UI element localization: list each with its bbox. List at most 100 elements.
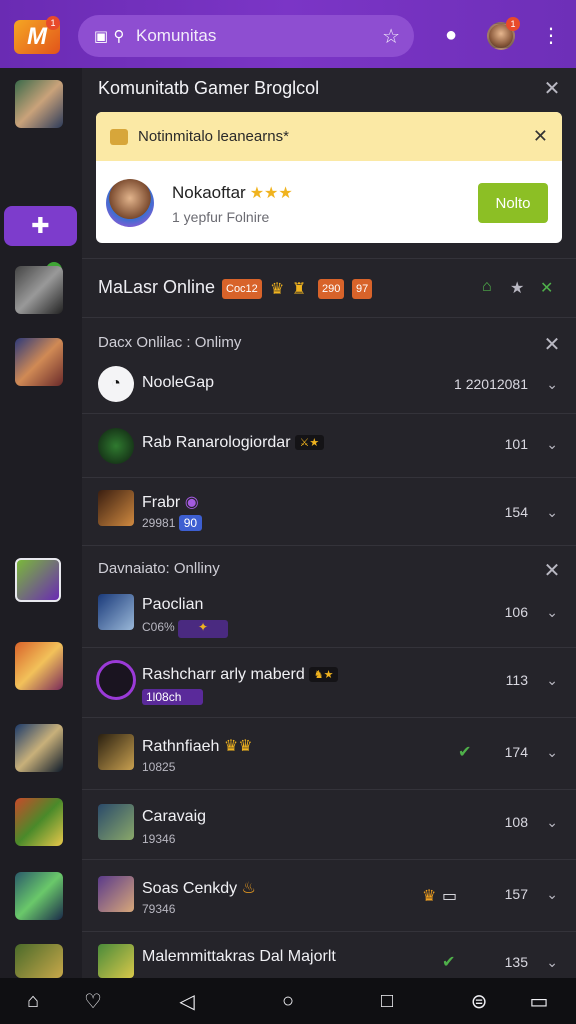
list-item-name: Frabr ◉ bbox=[142, 492, 199, 512]
list-item[interactable]: ◔ NooleGap 1 22012081 ⌄ bbox=[82, 354, 576, 414]
list-item-value: 113 bbox=[505, 672, 528, 688]
list-item-value: 135 bbox=[504, 954, 528, 970]
favorite-icon[interactable]: ★ bbox=[510, 278, 524, 298]
list-item-name: Rashcharr arly maberd ♞★ bbox=[142, 666, 339, 684]
list-item-value: 154 bbox=[504, 504, 528, 520]
heart-icon[interactable]: ♡ bbox=[80, 988, 106, 1014]
bottom-navigation: ⌂ ♡ ◁ ○ □ ⊜ ▭ bbox=[0, 978, 576, 1024]
online-tag-3: 97 bbox=[352, 279, 373, 299]
chevron-down-icon[interactable]: ⌄ bbox=[546, 604, 558, 621]
back-icon[interactable]: ◁ bbox=[174, 988, 200, 1014]
home-icon[interactable]: ⌂ bbox=[482, 278, 492, 296]
list-item-subtext: 79346 bbox=[142, 902, 176, 916]
level-badge: 90 bbox=[178, 515, 203, 531]
list-item[interactable]: Rashcharr arly maberd ♞★ 1l08ch 113 ⌄ bbox=[82, 648, 576, 718]
sidebar-game-5[interactable] bbox=[15, 642, 63, 690]
online-tag-1: Coc12 bbox=[222, 279, 262, 299]
more-menu-icon[interactable]: ⋮ bbox=[538, 22, 564, 48]
list-item-name: NooleGap bbox=[142, 374, 215, 391]
list-item-name-text: Rab Ranarologiordar bbox=[142, 434, 291, 451]
notification-action-button[interactable]: Nolto bbox=[478, 183, 548, 223]
star-icon[interactable]: ☆ bbox=[382, 24, 400, 49]
chevron-down-icon[interactable]: ⌄ bbox=[546, 814, 558, 831]
list-item[interactable]: Frabr ◉ 29981 90 154 ⌄ bbox=[82, 478, 576, 546]
sidebar-game-9[interactable] bbox=[15, 944, 63, 978]
gamepad-icon[interactable]: ⊜ bbox=[466, 988, 492, 1014]
badge-icon: ⚔★ bbox=[294, 435, 325, 451]
notification-header-text: Notinmitalo leanearns* bbox=[138, 128, 289, 145]
close-group-1-icon[interactable]: ✕ bbox=[542, 334, 562, 356]
card-view-icon[interactable]: ▭ bbox=[526, 988, 552, 1014]
logo-badge: 1 bbox=[46, 16, 60, 30]
card-icon: ▭ bbox=[442, 888, 458, 905]
sidebar-game-3[interactable] bbox=[15, 338, 63, 386]
list-item-sub-text: 1l08ch bbox=[142, 689, 204, 705]
sidebar-game-7[interactable] bbox=[15, 798, 63, 846]
notification-avatar bbox=[106, 179, 154, 227]
crown-icon: ♛ bbox=[270, 281, 285, 298]
list-item[interactable]: Paoclian C06% ✦ 106 ⌄ bbox=[82, 580, 576, 648]
list-item[interactable]: Soas Cenkdy ♨ 79346 ♛ ▭ 157 ⌄ bbox=[82, 860, 576, 932]
list-item-subtext: 29981 90 bbox=[142, 515, 203, 531]
list-item-value: 108 bbox=[504, 814, 528, 830]
list-item-avatar bbox=[98, 804, 134, 840]
recent-apps-icon[interactable]: □ bbox=[374, 988, 400, 1014]
list-item-sub-text: C06% bbox=[142, 620, 175, 634]
sidebar-game-4[interactable] bbox=[15, 558, 61, 602]
list-item-avatar bbox=[98, 876, 134, 912]
logo-text: M bbox=[27, 23, 47, 50]
trophy-icon: ♛ bbox=[422, 888, 437, 905]
list-item-value: 106 bbox=[504, 604, 528, 620]
list-item-value: 101 bbox=[504, 436, 528, 452]
list-item[interactable]: Caravaig 19346 108 ⌄ bbox=[82, 790, 576, 860]
flame-icon: ♨ bbox=[241, 880, 256, 897]
chevron-down-icon[interactable]: ⌄ bbox=[546, 954, 558, 971]
chevron-down-icon[interactable]: ⌄ bbox=[546, 886, 558, 903]
app-root: M 1 ▣ ⚲ Komunitas ☆ ● 1 ⋮ ✚ ▶ 1 Komunita… bbox=[0, 0, 576, 1024]
chevron-down-icon[interactable]: ⌄ bbox=[546, 436, 558, 453]
home-circle-icon[interactable]: ○ bbox=[275, 988, 301, 1014]
top-bar: M 1 ▣ ⚲ Komunitas ☆ ● 1 ⋮ bbox=[0, 0, 576, 68]
avatar-badge: 1 bbox=[506, 17, 520, 31]
badge-icon: ♞★ bbox=[308, 667, 339, 683]
close-notification-icon[interactable]: ✕ bbox=[533, 126, 548, 147]
notification-header: Notinmitalo leanearns* ✕ bbox=[96, 112, 562, 161]
search-input[interactable]: Komunitas bbox=[136, 26, 382, 46]
list-item-avatar bbox=[98, 428, 134, 464]
sidebar-game-2[interactable] bbox=[15, 266, 63, 314]
chevron-down-icon[interactable]: ⌄ bbox=[546, 376, 558, 393]
list-item[interactable]: Malemmittakras Dal Majorlt ✔ 135 ⌄ bbox=[82, 932, 576, 978]
list-item-avatar bbox=[98, 944, 134, 978]
sidebar-game-8[interactable] bbox=[15, 872, 63, 920]
community-panel: Komunitatb Gamer Broglcol ✕ Notinmitalo … bbox=[82, 68, 576, 978]
list-item-name-text: Frabr bbox=[142, 494, 181, 511]
sidebar-game-6[interactable] bbox=[15, 724, 63, 772]
close-group-2-icon[interactable]: ✕ bbox=[542, 560, 562, 582]
close-panel-icon[interactable]: ✕ bbox=[542, 78, 562, 100]
game-controller-icon: ◉ bbox=[184, 494, 199, 511]
list-item[interactable]: Rathnfiaeh ♛♛ 10825 ✔ 174 ⌄ bbox=[82, 718, 576, 790]
list-item[interactable]: Rab Ranarologiordar ⚔★ 101 ⌄ bbox=[82, 414, 576, 478]
chevron-down-icon[interactable]: ⌄ bbox=[546, 504, 558, 521]
list-item-name-text: Soas Cenkdy bbox=[142, 880, 238, 897]
list-item-sub-text: 29981 bbox=[142, 516, 176, 530]
chevron-down-icon[interactable]: ⌄ bbox=[546, 744, 558, 761]
panel-title: Komunitatb Gamer Broglcol bbox=[98, 78, 320, 98]
sidebar-game-1[interactable] bbox=[15, 80, 63, 128]
chevron-down-icon[interactable]: ⌄ bbox=[546, 672, 558, 689]
trophy-icon: ♜ bbox=[292, 281, 307, 298]
close-green-icon[interactable]: ✕ bbox=[540, 278, 553, 298]
list-item-name-text: Rathnfiaeh bbox=[142, 738, 220, 755]
search-bar[interactable]: ▣ ⚲ Komunitas ☆ bbox=[78, 15, 414, 57]
lock-icon bbox=[110, 128, 128, 145]
notification-subtext: 1 yepfur Folnire bbox=[172, 209, 270, 225]
online-section-title: MaLasr Online bbox=[98, 277, 216, 297]
checkmark-icon: ✔ bbox=[458, 744, 472, 761]
list-item-subtext: 19346 bbox=[142, 832, 176, 846]
sidebar-item-active[interactable]: ✚ bbox=[4, 206, 77, 246]
group-1-title: Dacx Onlilac : Onlimy bbox=[98, 334, 242, 351]
chat-icon[interactable]: ● bbox=[438, 22, 464, 48]
list-item-name: Rab Ranarologiordar ⚔★ bbox=[142, 434, 325, 452]
notification-card: Notinmitalo leanearns* ✕ Nokaoftar ★★★ 1 … bbox=[96, 112, 562, 243]
home-icon[interactable]: ⌂ bbox=[20, 988, 46, 1014]
